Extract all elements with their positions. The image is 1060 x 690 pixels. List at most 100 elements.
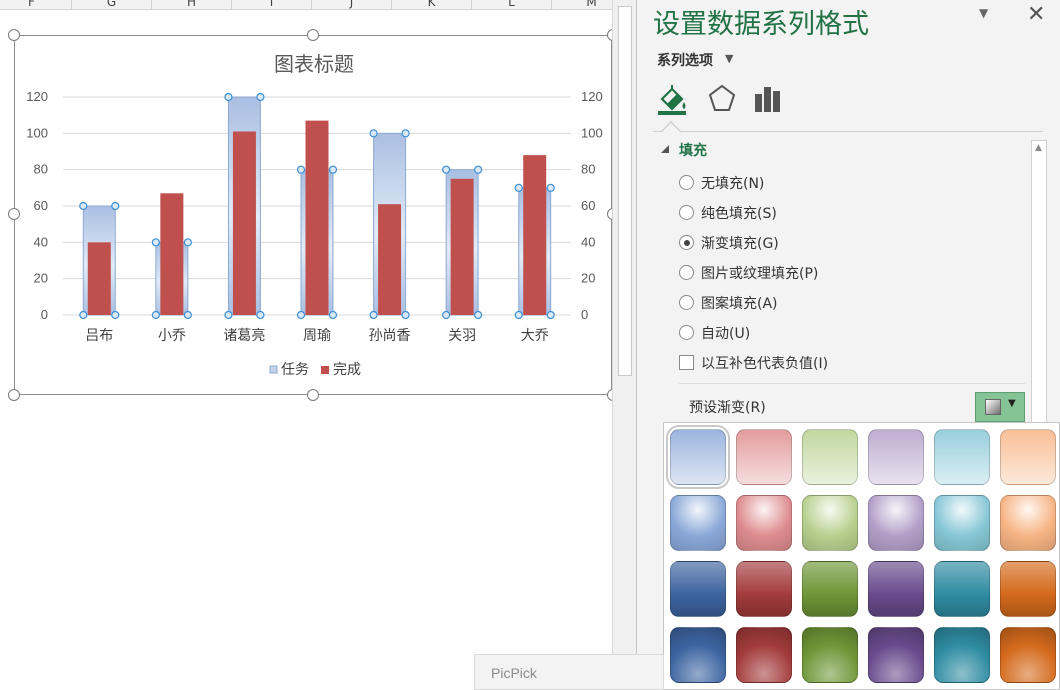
legend-task-label[interactable]: 任务: [281, 362, 309, 378]
bar-selection-handle[interactable]: [546, 183, 555, 192]
bar-selection-handle[interactable]: [442, 310, 451, 320]
gradient-preset-swatch[interactable]: [868, 495, 924, 551]
bar-selection-handle[interactable]: [328, 165, 338, 174]
bar-selection-handle[interactable]: [514, 183, 523, 192]
pane-vertical-scrollbar[interactable]: ▲: [1031, 140, 1047, 430]
gradient-preset-swatch[interactable]: [1000, 495, 1056, 551]
chart-resize-handle[interactable]: [8, 29, 20, 41]
gradient-preset-swatch[interactable]: [802, 495, 858, 551]
sheet-scroll-thumb[interactable]: [618, 6, 632, 376]
radio-button[interactable]: [679, 325, 694, 340]
pane-options-dropdown-icon[interactable]: ▼: [979, 6, 988, 20]
bar-selection-handle[interactable]: [401, 310, 410, 320]
bar-selection-handle[interactable]: [328, 310, 338, 320]
chevron-down-icon[interactable]: ▼: [725, 52, 733, 65]
gradient-preset-swatch[interactable]: [1000, 561, 1056, 617]
done-bar[interactable]: [232, 131, 256, 315]
done-bar[interactable]: [378, 204, 402, 315]
series-options-menu[interactable]: 系列选项: [657, 50, 713, 70]
radio-button[interactable]: [679, 205, 694, 220]
radio-button[interactable]: [679, 235, 694, 250]
bar-selection-handle[interactable]: [79, 310, 88, 320]
done-bar[interactable]: [305, 120, 329, 315]
preset-gradient-button[interactable]: ▼: [975, 392, 1025, 422]
collapse-triangle-icon[interactable]: [661, 145, 669, 153]
done-bar[interactable]: [523, 155, 547, 315]
gradient-preset-swatch[interactable]: [670, 495, 726, 551]
bar-selection-handle[interactable]: [183, 238, 192, 247]
bar-selection-handle[interactable]: [474, 165, 483, 174]
scroll-up-icon[interactable]: ▲: [1035, 143, 1042, 153]
done-bar[interactable]: [87, 242, 111, 315]
done-bar[interactable]: [450, 178, 474, 315]
close-icon[interactable]: ✕: [1027, 2, 1045, 27]
gradient-preset-swatch[interactable]: [670, 561, 726, 617]
bar-selection-handle[interactable]: [111, 201, 120, 211]
invert-negative-checkbox[interactable]: [679, 355, 694, 370]
gradient-preset-swatch[interactable]: [934, 495, 990, 551]
effects-tab-icon[interactable]: [705, 82, 739, 116]
column-header-l[interactable]: L: [472, 0, 552, 10]
bar-selection-handle[interactable]: [514, 310, 523, 320]
bar-selection-handle[interactable]: [111, 310, 120, 320]
fill-option-label: 无填充(N): [701, 176, 765, 192]
bar-selection-handle[interactable]: [151, 238, 160, 247]
series-options-tab-icon[interactable]: [751, 82, 785, 116]
gradient-preset-swatch[interactable]: [1000, 429, 1056, 485]
gradient-preset-swatch[interactable]: [934, 429, 990, 485]
bar-selection-handle[interactable]: [224, 92, 233, 102]
chart-resize-handle[interactable]: [8, 389, 20, 401]
bar-selection-handle[interactable]: [546, 310, 555, 320]
fill-section-header[interactable]: 填充: [679, 140, 707, 160]
bar-selection-handle[interactable]: [369, 310, 378, 320]
radio-button[interactable]: [679, 295, 694, 310]
gradient-preset-swatch[interactable]: [934, 627, 990, 683]
gradient-preset-swatch[interactable]: [802, 429, 858, 485]
column-header-g[interactable]: G: [72, 0, 152, 10]
gradient-preset-swatch[interactable]: [736, 561, 792, 617]
picpick-taskbar-item[interactable]: PicPick: [474, 654, 664, 690]
chart-resize-handle[interactable]: [307, 389, 319, 401]
bar-selection-handle[interactable]: [296, 165, 306, 174]
bar-selection-handle[interactable]: [224, 310, 233, 320]
bar-selection-handle[interactable]: [369, 129, 378, 138]
worksheet[interactable]: FGHIJKLM 图表标题 0 0 20 20 40 40 60 60 80 80 100 100 120…: [0, 0, 636, 690]
gradient-preset-swatch[interactable]: [736, 627, 792, 683]
column-header-j[interactable]: J: [312, 0, 392, 10]
preset-gradient-label: 预设渐变(R): [689, 400, 766, 416]
column-header-f[interactable]: F: [0, 0, 72, 10]
bar-selection-handle[interactable]: [151, 310, 160, 320]
chart-area[interactable]: 图表标题 0 0 20 20 40 40 60 60 80 80 100 100 120 120 吕布 小乔 诸葛…: [8, 29, 619, 401]
bar-selection-handle[interactable]: [442, 165, 451, 174]
gradient-preset-swatch[interactable]: [802, 561, 858, 617]
gradient-preset-swatch[interactable]: [868, 627, 924, 683]
radio-button[interactable]: [679, 265, 694, 280]
bar-selection-handle[interactable]: [256, 92, 265, 102]
gradient-preset-swatch[interactable]: [868, 561, 924, 617]
column-header-h[interactable]: H: [152, 0, 232, 10]
column-header-i[interactable]: I: [232, 0, 312, 10]
bar-selection-handle[interactable]: [79, 201, 88, 211]
bar-selection-handle[interactable]: [296, 310, 306, 320]
radio-button[interactable]: [679, 175, 694, 190]
chart-resize-handle[interactable]: [8, 208, 20, 220]
gradient-preset-swatch[interactable]: [802, 627, 858, 683]
gradient-preset-swatch[interactable]: [736, 495, 792, 551]
chart-resize-handle[interactable]: [307, 29, 319, 41]
sheet-vertical-scrollbar[interactable]: [612, 0, 636, 690]
legend-done-label[interactable]: 完成: [333, 362, 361, 378]
bar-selection-handle[interactable]: [256, 310, 265, 320]
fill-line-tab-icon[interactable]: [655, 82, 689, 116]
bar-selection-handle[interactable]: [401, 129, 410, 138]
gradient-preset-swatch[interactable]: [1000, 627, 1056, 683]
gradient-preset-swatch[interactable]: [868, 429, 924, 485]
gradient-preset-swatch[interactable]: [670, 627, 726, 683]
chart-title[interactable]: 图表标题: [274, 52, 354, 76]
gradient-preset-swatch[interactable]: [934, 561, 990, 617]
bar-selection-handle[interactable]: [183, 310, 192, 320]
column-header-k[interactable]: K: [392, 0, 472, 10]
gradient-preset-swatch[interactable]: [666, 425, 730, 489]
gradient-preset-swatch[interactable]: [736, 429, 792, 485]
done-bar[interactable]: [160, 193, 184, 315]
bar-selection-handle[interactable]: [474, 310, 483, 320]
